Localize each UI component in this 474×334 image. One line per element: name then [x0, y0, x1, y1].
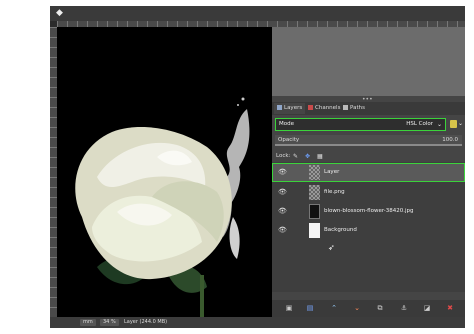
eye-icon[interactable]: 👁	[278, 207, 287, 216]
opacity-slider[interactable]: Opacity 100.0	[275, 135, 462, 146]
status-text: Layer (244.0 MB)	[124, 319, 168, 325]
chevron-down-icon: ⌄	[436, 121, 442, 128]
layer-row[interactable]: 👁 blown-blossom-flower-38420.jpg	[272, 202, 465, 221]
toolbox-strip: ◆	[50, 6, 465, 21]
lower-icon[interactable]: ⌄	[352, 303, 362, 313]
layer-row[interactable]: 👁 Layer	[272, 163, 465, 182]
layers-dock: ••• Layers Channels Paths Mode HSL Color…	[272, 96, 465, 317]
lock-pixels-icon[interactable]: ✎	[293, 152, 298, 161]
chevron-down-icon[interactable]: ⌄	[458, 119, 463, 129]
layers-bottom-toolbar: ▣ ▤ ⌃ ⌄ ⧉ ⚓ ◪ ✖	[272, 300, 465, 317]
unit-select[interactable]: mm	[80, 319, 96, 326]
paths-icon	[343, 105, 348, 110]
new-group-icon[interactable]: ▤	[305, 303, 315, 313]
tab-paths[interactable]: Paths	[340, 103, 368, 114]
new-layer-icon[interactable]: ▣	[284, 303, 294, 313]
layers-list: 👁 Layer 👁 file.png 👁 blown-blossom-flowe…	[272, 162, 465, 292]
delete-icon[interactable]: ✖	[445, 303, 455, 313]
composite-mode-icon[interactable]	[450, 120, 457, 128]
layer-thumbnail	[309, 223, 320, 238]
duplicate-icon[interactable]: ⧉	[375, 303, 385, 313]
layer-thumbnail	[309, 165, 320, 180]
mode-select[interactable]: Mode HSL Color ⌄	[275, 118, 446, 131]
mouse-cursor-icon: ➶	[328, 243, 335, 252]
tab-layers[interactable]: Layers	[274, 103, 306, 114]
eye-icon[interactable]: 👁	[278, 168, 287, 177]
layers-icon	[277, 105, 282, 110]
lock-position-icon[interactable]: ✥	[305, 152, 310, 161]
lock-label: Lock:	[276, 153, 291, 159]
opacity-fill	[275, 144, 462, 146]
tab-paths-label: Paths	[350, 105, 365, 111]
tab-channels-label: Channels	[315, 105, 341, 111]
channels-icon	[308, 105, 313, 110]
rose-image	[75, 97, 250, 317]
layer-thumbnail	[309, 185, 320, 200]
gimp-window: ◆ ••• Layers Channels Paths Mode HSL Col…	[50, 6, 465, 328]
layer-thumbnail	[309, 204, 320, 219]
layer-row[interactable]: 👁 Background	[272, 221, 465, 240]
layer-name: blown-blossom-flower-38420.jpg	[324, 208, 414, 214]
dock-tabs: Layers Channels Paths	[272, 102, 465, 115]
raise-icon[interactable]: ⌃	[329, 303, 339, 313]
status-bar: mm 34 % Layer (244.0 MB)	[50, 317, 465, 328]
eye-icon[interactable]: 👁	[278, 188, 287, 197]
layer-row[interactable]: 👁 file.png	[272, 183, 465, 202]
zoom-select[interactable]: 34 %	[100, 319, 119, 326]
image-canvas[interactable]	[57, 27, 272, 317]
eye-icon[interactable]: 👁	[278, 226, 287, 235]
mode-label: Mode	[279, 121, 294, 127]
gimp-tool-icon[interactable]: ◆	[56, 8, 66, 18]
anchor-icon[interactable]: ⚓	[399, 303, 409, 313]
canvas-padding	[272, 27, 465, 102]
lock-alpha-icon[interactable]: ▦	[317, 152, 323, 161]
mask-icon[interactable]: ◪	[422, 303, 432, 313]
tab-channels[interactable]: Channels	[305, 103, 343, 114]
layer-name: file.png	[324, 189, 345, 195]
tab-layers-label: Layers	[284, 105, 303, 111]
vertical-ruler	[50, 27, 57, 322]
layer-name: Background	[324, 227, 357, 233]
mode-value: HSL Color	[406, 121, 433, 127]
layer-name: Layer	[324, 169, 340, 175]
